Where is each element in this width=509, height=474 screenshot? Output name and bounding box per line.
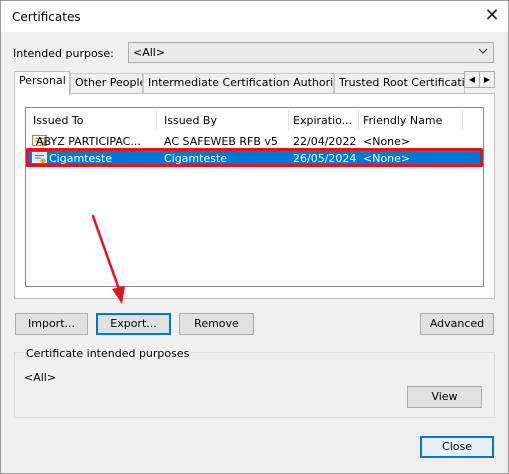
intended-purpose-value: <All> [133,46,166,59]
column-friendly-name[interactable]: Friendly Name [363,114,442,127]
intended-purposes-value: <All> [24,371,57,384]
tab-strip: Personal Other People Intermediate Certi… [14,71,484,95]
tab-trusted-root-ca[interactable]: Trusted Root Certification Authorities [334,73,465,93]
column-separator[interactable] [358,110,359,130]
tab-other-people[interactable]: Other People [70,73,143,93]
intended-purpose-label: Intended purpose: [13,47,114,60]
selection-highlight-annotation [26,148,483,167]
column-issued-by[interactable]: Issued By [164,114,217,127]
column-separator[interactable] [462,110,463,130]
intended-purposes-label: Certificate intended purposes [24,347,192,360]
cell-expiration: 22/04/2022 [293,135,357,148]
export-button[interactable]: Export... [96,313,171,335]
remove-button[interactable]: Remove [179,313,254,335]
column-separator[interactable] [288,110,289,130]
window-title: Certificates [12,10,81,24]
title-bar: Certificates ✕ [1,1,508,32]
intended-purpose-select[interactable]: <All> [128,42,494,63]
certificate-list[interactable]: Issued To Issued By Expiratio... Friendl… [25,107,484,287]
chevron-down-icon [478,46,488,59]
advanced-button[interactable]: Advanced [420,313,494,335]
view-button[interactable]: View [407,386,482,408]
tab-scroll-left-icon[interactable]: ◀ [464,71,480,88]
cell-issued-to: ABYZ PARTICIPAC... [36,135,141,148]
column-issued-to[interactable]: Issued To [33,114,84,127]
cell-friendly-name: <None> [363,135,411,148]
tab-scroll-right-icon[interactable]: ▶ [479,71,495,88]
import-button[interactable]: Import... [15,313,88,335]
tab-intermediate-ca[interactable]: Intermediate Certification Authorities [143,73,334,93]
close-button[interactable]: Close [420,436,494,458]
column-separator[interactable] [156,110,157,130]
column-expiration[interactable]: Expiratio... [293,114,352,127]
tab-personal[interactable]: Personal [14,71,70,95]
list-header: Issued To Issued By Expiratio... Friendl… [26,108,483,132]
cell-issued-by: AC SAFEWEB RFB v5 [164,135,278,148]
close-icon[interactable]: ✕ [479,4,505,28]
intended-purposes-group [14,352,495,418]
